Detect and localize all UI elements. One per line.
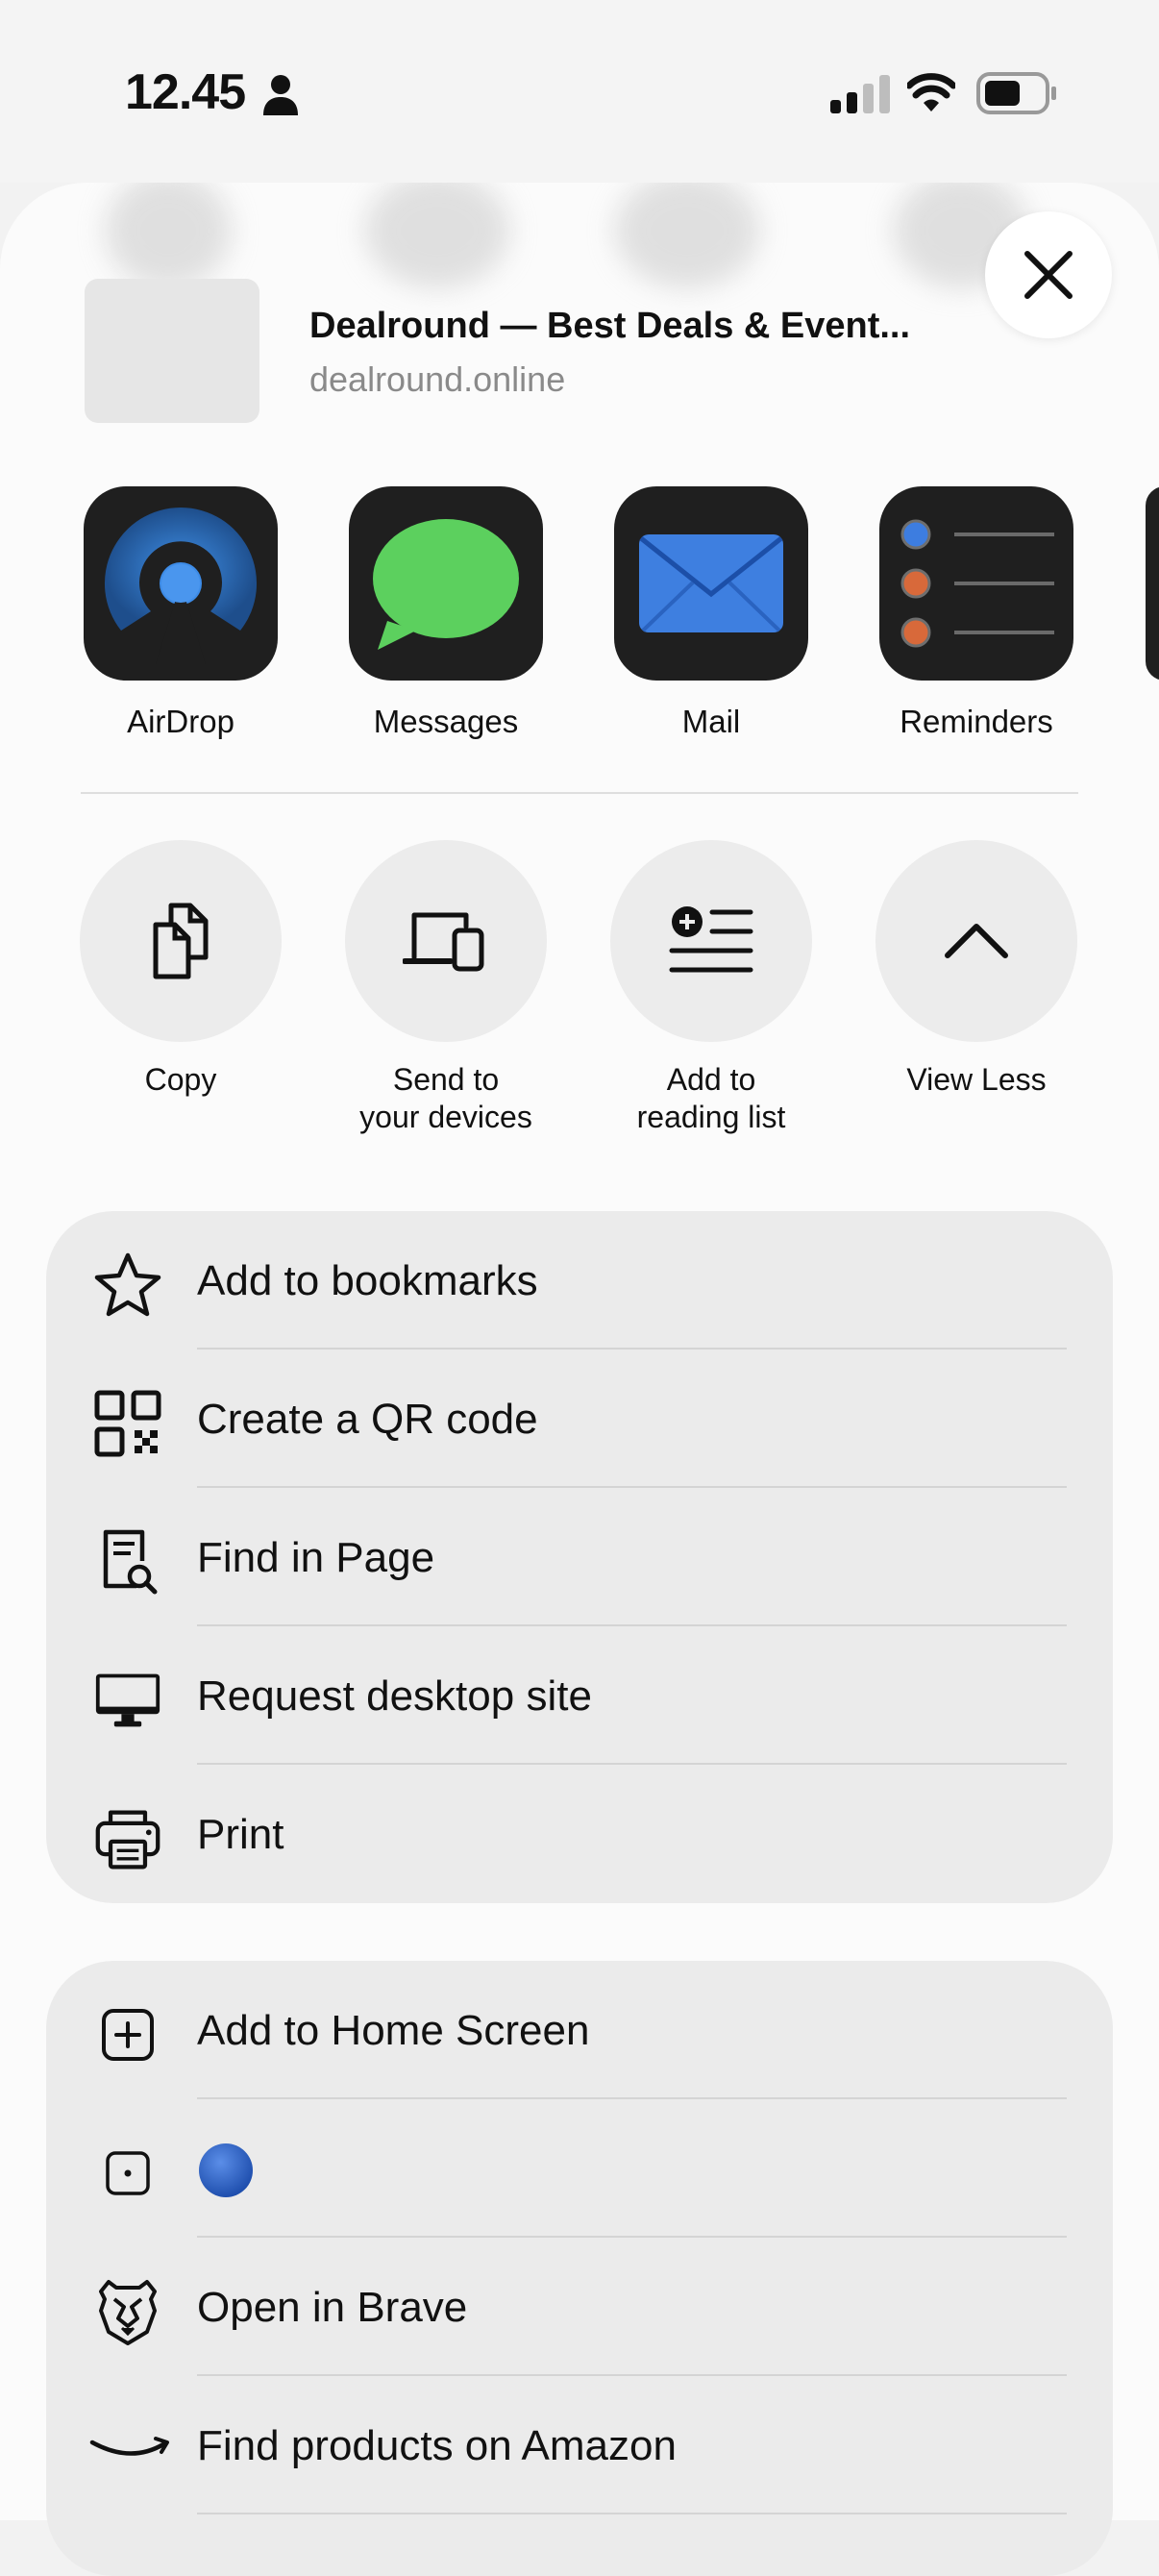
menu-item-print[interactable]: Print [46, 1765, 1113, 1903]
menu-item-label: Print [197, 1811, 284, 1858]
mail-icon [614, 486, 808, 681]
airdrop-icon [84, 486, 278, 681]
action-add-reading-list[interactable]: Add to reading list [596, 840, 826, 1136]
copy-icon [153, 903, 209, 979]
printer-icon [95, 1810, 160, 1870]
page-title: Dealround — Best Deals & Event... [309, 306, 911, 346]
menu-item-blue-dot[interactable] [46, 2099, 1113, 2238]
app-mail[interactable]: Mail [614, 486, 808, 740]
brave-lion-icon [99, 2280, 157, 2345]
menu-item-find-in-page[interactable]: Find in Page [46, 1488, 1113, 1626]
app-partial-next[interactable] [1146, 486, 1159, 681]
action-label: Add to reading list [636, 1062, 786, 1134]
menu-item-add-to-home-screen[interactable]: Add to Home Screen [46, 1961, 1113, 2099]
close-button[interactable] [985, 211, 1112, 338]
status-bar: 12.45 [0, 0, 1159, 183]
menu-item-open-in-brave[interactable]: Open in Brave [46, 2238, 1113, 2376]
add-square-icon [102, 2009, 154, 2061]
desktop-icon [95, 1673, 160, 1727]
app-label: Reminders [900, 704, 1053, 739]
menu-item-label: Add to Home Screen [197, 2007, 590, 2054]
menu-item-find-products-amazon[interactable]: Find products on Amazon [46, 2376, 1113, 2514]
action-label: View Less [906, 1062, 1047, 1097]
menu-item-add-to-bookmarks[interactable]: Add to bookmarks [46, 1211, 1113, 1350]
chevron-up-icon [945, 924, 1008, 958]
app-airdrop[interactable]: AirDrop [84, 486, 278, 740]
menu-item-label: Request desktop site [197, 1672, 592, 1720]
status-time: 12.45 [125, 64, 246, 120]
messages-icon [349, 486, 543, 681]
app-reminders[interactable]: Reminders [879, 486, 1073, 740]
reminders-icon [879, 486, 1073, 681]
menu-item-create-qr-code[interactable]: Create a QR code [46, 1350, 1113, 1488]
menu-item-label: Create a QR code [197, 1396, 538, 1443]
menu-item-label: Open in Brave [197, 2284, 468, 2331]
app-label: Messages [373, 704, 519, 739]
action-label: Copy [144, 1062, 217, 1097]
actions-list-primary: Add to bookmarks Create a QR code Find i… [46, 1211, 1113, 1903]
page-thumbnail [85, 279, 259, 423]
person-icon [263, 75, 298, 115]
divider [81, 792, 1078, 794]
app-label: Mail [681, 704, 741, 739]
app-label: AirDrop [127, 704, 234, 739]
page-url: dealround.online [309, 359, 566, 399]
dot-square-icon [106, 2151, 150, 2195]
quick-actions-row: Copy Send to your devices Add to reading… [0, 840, 1159, 1148]
star-icon [94, 1252, 161, 1317]
share-apps-row: AirDrop Messages Mail Reminders [0, 486, 1159, 775]
action-copy[interactable]: Copy [65, 840, 296, 1099]
action-view-less[interactable]: View Less [861, 840, 1092, 1099]
qr-code-icon [94, 1390, 161, 1457]
menu-item-label: Find in Page [197, 1534, 435, 1581]
devices-icon [403, 912, 484, 972]
close-icon [1024, 251, 1073, 299]
amazon-smile-icon [89, 2437, 169, 2456]
action-label: Send to your devices [359, 1062, 532, 1134]
blue-dot-icon [199, 2143, 253, 2197]
menu-item-label: Add to bookmarks [197, 1257, 538, 1304]
actions-list-secondary: Add to Home Screen Open in Brave Find pr… [46, 1961, 1113, 2576]
cellular-signal-icon [830, 75, 890, 113]
menu-item-label: Find products on Amazon [197, 2422, 677, 2469]
battery-icon [976, 72, 1056, 114]
find-in-page-icon [103, 1529, 158, 1595]
action-send-to-devices[interactable]: Send to your devices [331, 840, 561, 1136]
reading-list-icon [669, 906, 753, 973]
wifi-icon [907, 73, 955, 111]
app-messages[interactable]: Messages [349, 486, 543, 740]
divider [197, 2513, 1067, 2514]
menu-item-request-desktop-site[interactable]: Request desktop site [46, 1626, 1113, 1765]
